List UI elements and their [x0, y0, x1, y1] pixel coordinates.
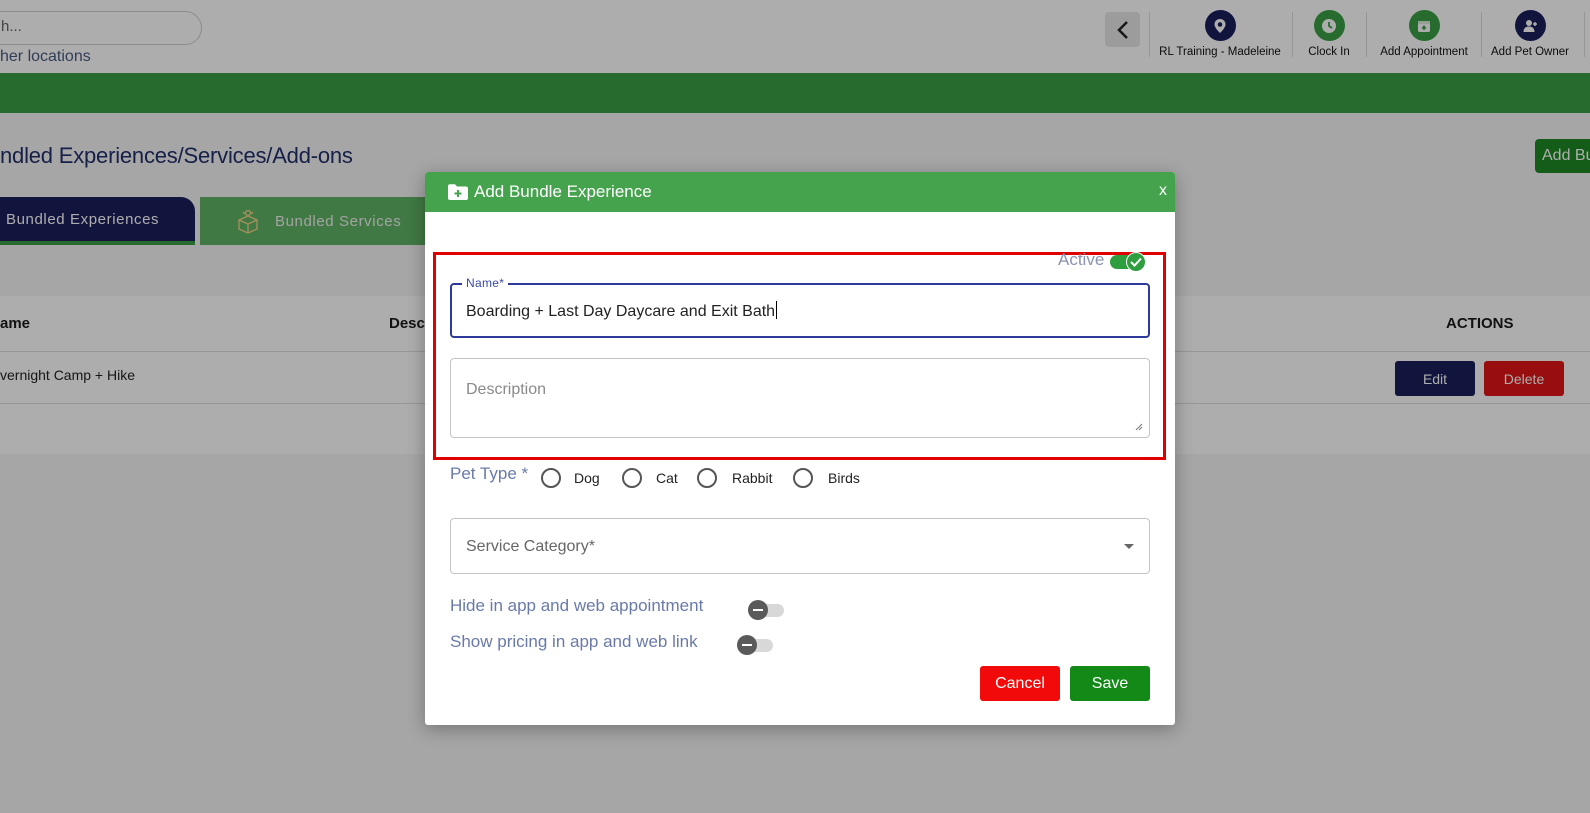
- name-field-value: Boarding + Last Day Daycare and Exit Bat…: [466, 301, 778, 321]
- pet-type-radio-birds[interactable]: [793, 468, 813, 488]
- cancel-button[interactable]: Cancel: [980, 666, 1060, 701]
- checkmark-icon: [1126, 252, 1146, 272]
- folder-add-icon: [448, 184, 468, 200]
- service-category-placeholder: Service Category*: [466, 538, 595, 555]
- pet-type-label-birds: Birds: [828, 470, 860, 486]
- hide-in-app-toggle[interactable]: [748, 600, 788, 620]
- pet-type-label-cat: Cat: [656, 470, 678, 486]
- dialog-title: Add Bundle Experience: [474, 182, 652, 201]
- show-pricing-label: Show pricing in app and web link: [450, 632, 698, 651]
- pet-type-radio-cat[interactable]: [622, 468, 642, 488]
- show-pricing-toggle[interactable]: [737, 635, 777, 655]
- pet-type-label-dog: Dog: [574, 470, 600, 486]
- name-text: Boarding + Last Day Daycare and Exit Bat…: [466, 303, 776, 320]
- active-label: Active: [1058, 250, 1105, 269]
- name-field-label: Name*: [462, 276, 509, 290]
- pet-type-label: Pet Type *: [450, 464, 529, 483]
- active-toggle[interactable]: [1110, 252, 1146, 272]
- text-caret: [776, 301, 778, 319]
- service-category-select[interactable]: Service Category*: [450, 518, 1150, 574]
- resize-grip-icon[interactable]: [1135, 423, 1143, 431]
- close-button[interactable]: x: [1159, 182, 1167, 200]
- save-button[interactable]: Save: [1070, 666, 1150, 701]
- minus-icon: [748, 600, 768, 620]
- name-field[interactable]: Name* Boarding + Last Day Daycare and Ex…: [450, 276, 1150, 338]
- pet-type-radio-rabbit[interactable]: [697, 468, 717, 488]
- description-field[interactable]: Description: [450, 358, 1150, 438]
- description-placeholder: Description: [466, 381, 547, 398]
- add-bundle-experience-dialog: Add Bundle Experience x Active Name* Boa…: [425, 172, 1175, 725]
- chevron-down-icon: [1124, 544, 1134, 549]
- minus-icon: [737, 635, 757, 655]
- hide-in-app-label: Hide in app and web appointment: [450, 596, 704, 615]
- pet-type-label-rabbit: Rabbit: [732, 470, 773, 486]
- dialog-header: Add Bundle Experience x: [425, 172, 1175, 212]
- pet-type-radio-dog[interactable]: [541, 468, 561, 488]
